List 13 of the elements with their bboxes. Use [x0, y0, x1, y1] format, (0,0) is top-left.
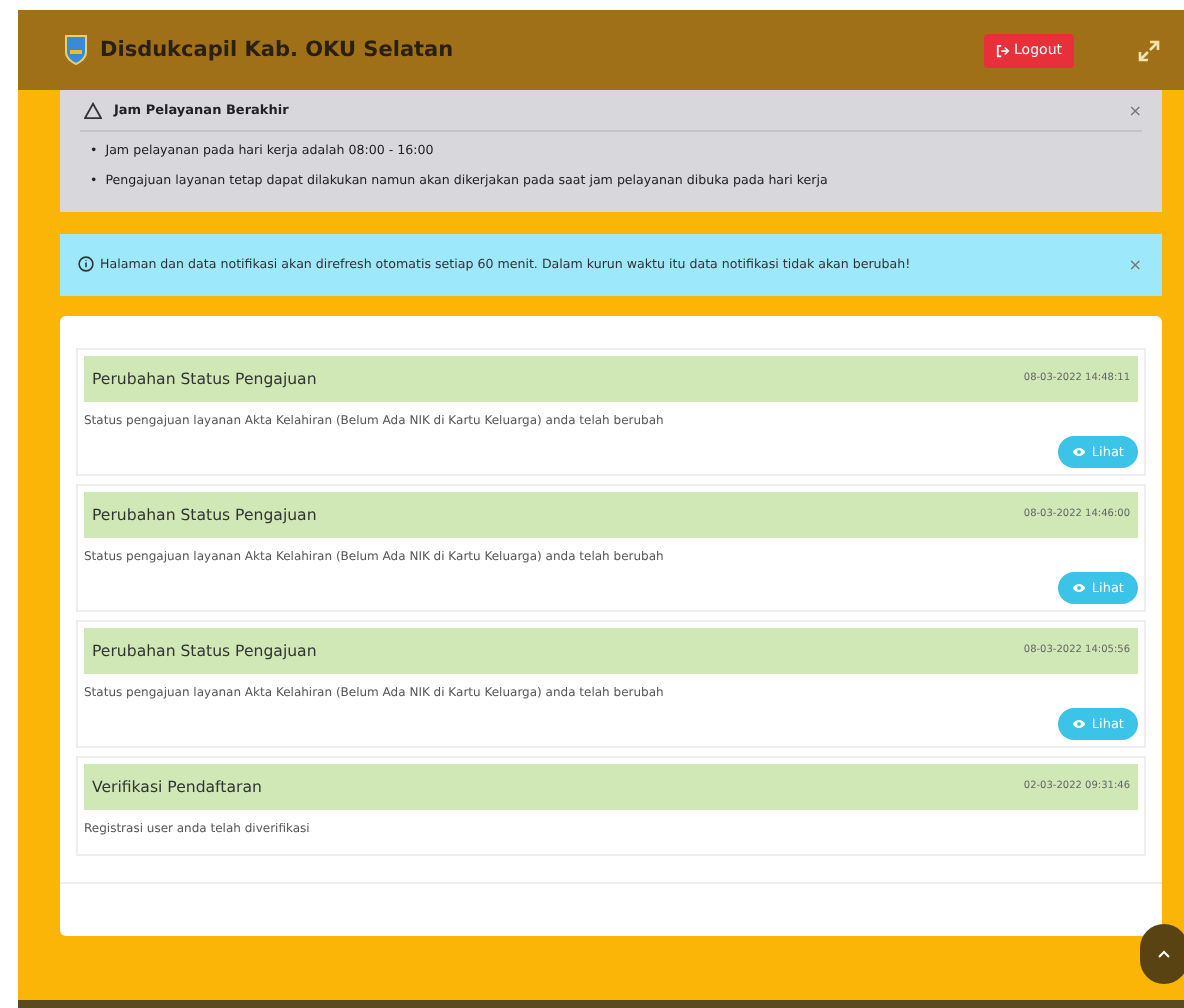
close-button[interactable]: × — [1128, 101, 1142, 119]
info-icon — [78, 256, 94, 273]
close-button[interactable]: × — [1128, 255, 1142, 274]
eye-icon — [1071, 445, 1086, 458]
caret-up-icon — [1158, 950, 1170, 958]
eye-icon — [1071, 717, 1086, 730]
expand-icon[interactable] — [1138, 39, 1160, 61]
logout-icon — [996, 43, 1011, 57]
scroll-top-button[interactable] — [1140, 924, 1184, 984]
app-title: Disdukcapil Kab. OKU Selatan — [100, 38, 456, 62]
eye-icon — [1071, 581, 1086, 594]
warning-icon — [84, 101, 102, 119]
shield-logo-icon — [64, 34, 88, 66]
